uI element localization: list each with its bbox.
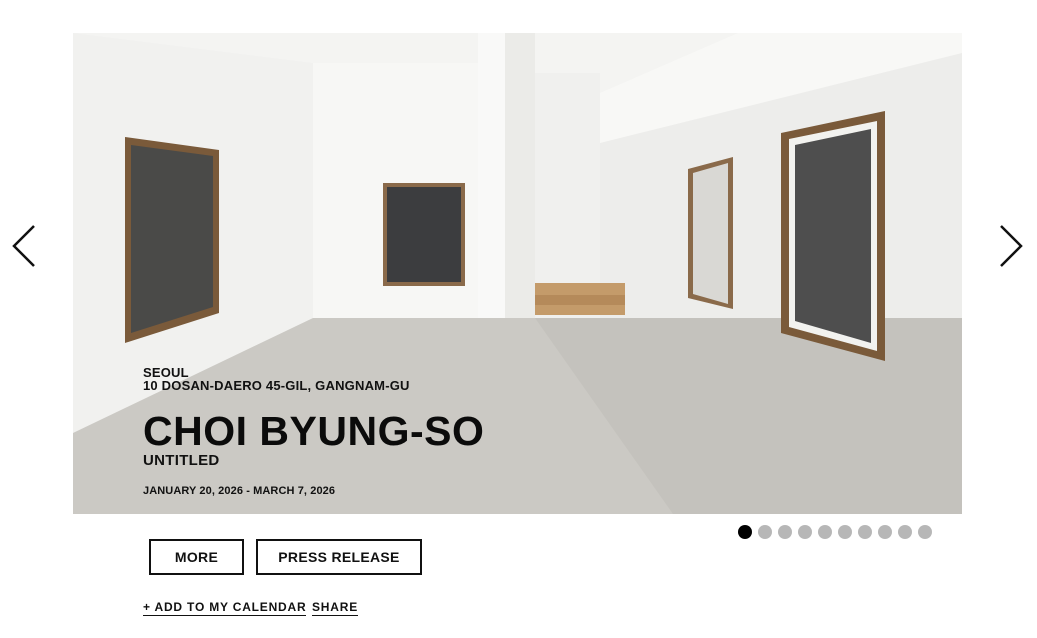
gallery-address: 10 DOSAN-DAERO 45-GIL, GANGNAM-GU — [143, 378, 410, 393]
press-release-button[interactable]: PRESS RELEASE — [256, 539, 422, 575]
carousel-dot[interactable] — [838, 525, 852, 539]
more-button[interactable]: MORE — [149, 539, 244, 575]
exhibition-dates: JANUARY 20, 2026 - MARCH 7, 2026 — [143, 485, 336, 497]
artist-name: CHOI BYUNG-SO — [143, 408, 485, 454]
exhibition-title: UNTITLED — [143, 452, 220, 469]
carousel-dot[interactable] — [798, 525, 812, 539]
exhibition-hero-image: SEOUL 10 DOSAN-DAERO 45-GIL, GANGNAM-GU … — [73, 33, 962, 514]
previous-slide-button[interactable] — [8, 222, 42, 270]
exhibition-info: SEOUL 10 DOSAN-DAERO 45-GIL, GANGNAM-GU … — [143, 366, 484, 497]
carousel-dot[interactable] — [818, 525, 832, 539]
carousel-dot[interactable] — [758, 525, 772, 539]
carousel-dot[interactable] — [738, 525, 752, 539]
share-link[interactable]: SHARE — [312, 600, 359, 616]
chevron-right-icon — [1000, 225, 1023, 267]
carousel-dot[interactable] — [898, 525, 912, 539]
carousel-pagination — [738, 525, 932, 539]
carousel-dot[interactable] — [778, 525, 792, 539]
carousel-dot[interactable] — [858, 525, 872, 539]
carousel-dot[interactable] — [918, 525, 932, 539]
next-slide-button[interactable] — [993, 222, 1027, 270]
carousel-dot[interactable] — [878, 525, 892, 539]
chevron-left-icon — [12, 225, 35, 267]
add-to-calendar-link[interactable]: + ADD TO MY CALENDAR — [143, 600, 307, 616]
